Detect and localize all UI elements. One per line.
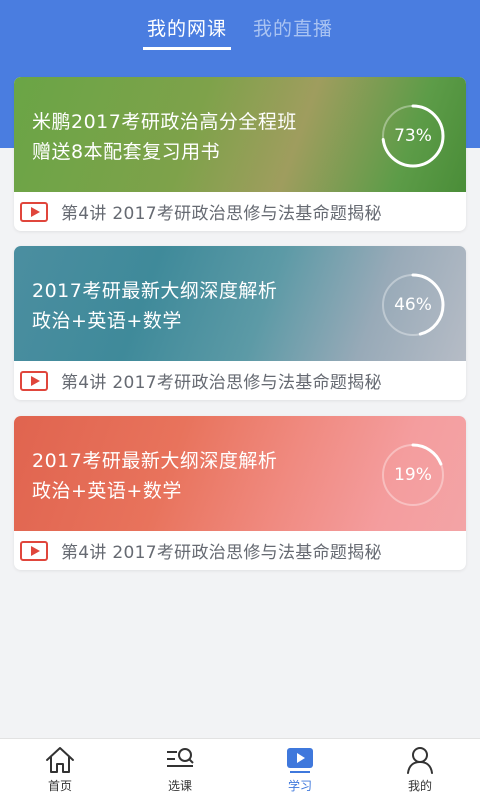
search-list-icon — [164, 745, 196, 775]
lesson-title: 第4讲 2017考研政治思修与法基命题揭秘 — [61, 204, 382, 224]
course-title: 2017考研最新大纲深度解析 政治+英语+数学 — [32, 446, 277, 506]
play-video-icon — [284, 745, 316, 775]
course-card[interactable]: 2017考研最新大纲深度解析 政治+英语+数学 46% 第4讲 2017考研政治… — [14, 246, 466, 400]
nav-item-select-course[interactable]: 选课 — [120, 739, 240, 800]
nav-item-study[interactable]: 学习 — [240, 739, 360, 800]
bottom-nav: 首页 选课 学习 我的 — [0, 738, 480, 800]
progress-ring: 46% — [380, 272, 446, 338]
progress-ring: 19% — [380, 442, 446, 508]
current-lesson[interactable]: 第4讲 2017考研政治思修与法基命题揭秘 — [14, 361, 466, 400]
play-icon — [20, 540, 48, 561]
nav-item-mine[interactable]: 我的 — [360, 739, 480, 800]
course-card[interactable]: 米鹏2017考研政治高分全程班 赠送8本配套复习用书 73% 第4讲 2017考… — [14, 77, 466, 231]
course-card[interactable]: 2017考研最新大纲深度解析 政治+英语+数学 19% 第4讲 2017考研政治… — [14, 416, 466, 570]
course-banner[interactable]: 米鹏2017考研政治高分全程班 赠送8本配套复习用书 73% — [14, 77, 466, 192]
course-title-line1: 米鹏2017考研政治高分全程班 — [32, 111, 297, 133]
user-icon — [404, 745, 436, 775]
progress-label: 73% — [394, 126, 432, 146]
nav-label: 选课 — [167, 779, 192, 793]
nav-label: 首页 — [47, 779, 72, 793]
current-lesson[interactable]: 第4讲 2017考研政治思修与法基命题揭秘 — [14, 531, 466, 570]
course-title: 米鹏2017考研政治高分全程班 赠送8本配套复习用书 — [32, 107, 297, 167]
home-icon — [44, 745, 76, 775]
tab-my-courses[interactable]: 我的网课 — [142, 14, 232, 50]
play-icon — [20, 201, 48, 222]
course-title-line1: 2017考研最新大纲深度解析 — [32, 450, 278, 472]
progress-ring: 73% — [380, 103, 446, 169]
course-title-line1: 2017考研最新大纲深度解析 — [32, 280, 278, 302]
nav-label: 学习 — [287, 779, 312, 793]
course-title-line2: 赠送8本配套复习用书 — [32, 141, 221, 163]
tab-my-live[interactable]: 我的直播 — [249, 14, 337, 50]
course-banner[interactable]: 2017考研最新大纲深度解析 政治+英语+数学 19% — [14, 416, 466, 531]
play-icon — [20, 370, 48, 391]
course-title-line2: 政治+英语+数学 — [32, 480, 182, 502]
course-title: 2017考研最新大纲深度解析 政治+英语+数学 — [32, 276, 277, 336]
nav-label: 我的 — [407, 779, 432, 793]
nav-item-home[interactable]: 首页 — [0, 739, 120, 800]
course-tabs: 我的网课 我的直播 — [0, 14, 480, 54]
course-title-line2: 政治+英语+数学 — [32, 310, 182, 332]
lesson-title: 第4讲 2017考研政治思修与法基命题揭秘 — [61, 543, 382, 563]
current-lesson[interactable]: 第4讲 2017考研政治思修与法基命题揭秘 — [14, 192, 466, 231]
progress-label: 19% — [394, 465, 432, 485]
course-banner[interactable]: 2017考研最新大纲深度解析 政治+英语+数学 46% — [14, 246, 466, 361]
lesson-title: 第4讲 2017考研政治思修与法基命题揭秘 — [61, 373, 382, 393]
progress-label: 46% — [394, 295, 432, 315]
